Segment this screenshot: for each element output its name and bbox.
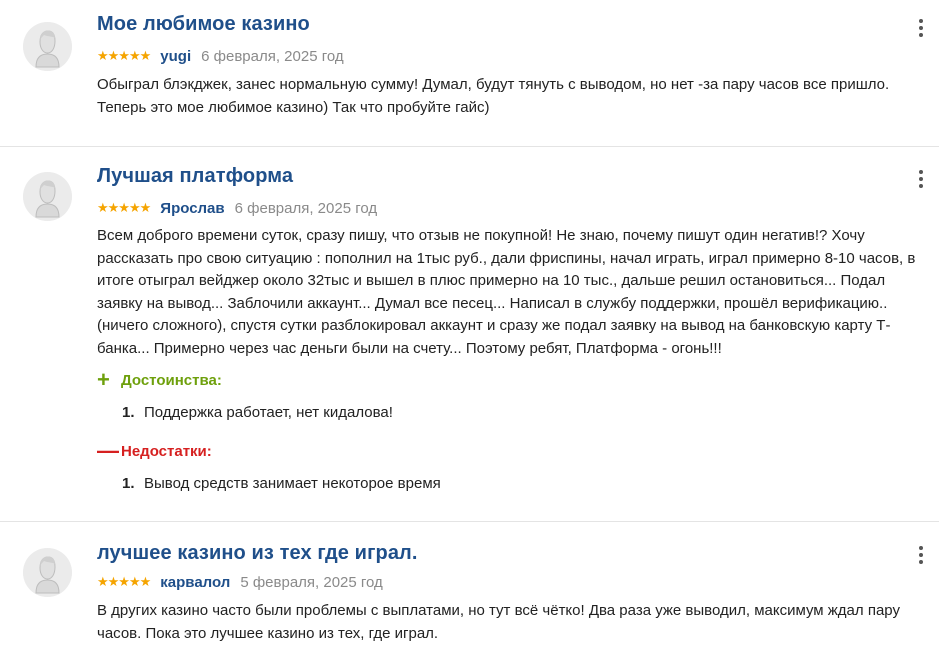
list-number: 1. — [122, 403, 135, 421]
list-item-text: Вывод средств занимает некоторое время — [144, 474, 441, 492]
review-card: Мое любимое казино ★★★★★ yugi 6 февраля,… — [0, 0, 939, 147]
rating-stars-icon: ★★★★★ — [97, 200, 151, 215]
kebab-menu-icon[interactable] — [913, 17, 929, 39]
cons-label: Недостатки: — [121, 442, 212, 460]
review-meta: ★★★★★ Ярослав 6 февраля, 2025 год — [97, 199, 377, 217]
review-date: 6 февраля, 2025 год — [234, 199, 378, 217]
review-date: 5 февраля, 2025 год — [240, 573, 383, 591]
avatar-icon — [23, 548, 72, 597]
review-text: В других казино часто были проблемы с вы… — [97, 602, 900, 642]
rating-stars-icon: ★★★★★ — [97, 574, 151, 589]
review-date: 6 февраля, 2025 год — [201, 47, 344, 65]
pros-list-item: 1. Поддержка работает, нет кидалова! — [122, 402, 393, 422]
pros-heading: + Достоинства: — [97, 367, 222, 392]
kebab-menu-icon[interactable] — [913, 168, 929, 190]
minus-icon: — — [97, 438, 119, 463]
review-meta: ★★★★★ карвалол 5 февраля, 2025 год — [97, 573, 383, 591]
avatar-icon — [23, 22, 72, 71]
rating-stars-icon: ★★★★★ — [97, 48, 151, 63]
avatar-icon — [23, 172, 72, 221]
plus-icon: + — [97, 367, 110, 392]
review-text: Обыграл блэкджек, занес нормальную сумму… — [97, 76, 890, 116]
review-title[interactable]: Лучшая платформа — [97, 165, 293, 188]
list-number: 1. — [122, 474, 135, 492]
cons-list-item: 1. Вывод средств занимает некоторое врем… — [122, 473, 441, 493]
review-text: Всем доброго времени суток, сразу пишу, … — [97, 227, 916, 357]
review-author[interactable]: карвалол — [160, 574, 230, 591]
review-divider — [0, 521, 939, 522]
review-divider — [0, 146, 939, 147]
review-author[interactable]: yugi — [160, 48, 191, 65]
kebab-menu-icon[interactable] — [913, 544, 929, 566]
review-title[interactable]: лучшее казино из тех где играл. — [97, 542, 418, 565]
review-card: Лучшая платформа ★★★★★ Ярослав 6 февраля… — [0, 148, 939, 522]
review-author[interactable]: Ярослав — [160, 200, 224, 217]
review-title[interactable]: Мое любимое казино — [97, 13, 310, 36]
pros-label: Достоинства: — [121, 371, 222, 389]
cons-heading: — Недостатки: — [97, 438, 212, 463]
review-meta: ★★★★★ yugi 6 февраля, 2025 год — [97, 47, 344, 65]
list-item-text: Поддержка работает, нет кидалова! — [144, 403, 393, 421]
review-card: лучшее казино из тех где играл. ★★★★★ ка… — [0, 523, 939, 670]
